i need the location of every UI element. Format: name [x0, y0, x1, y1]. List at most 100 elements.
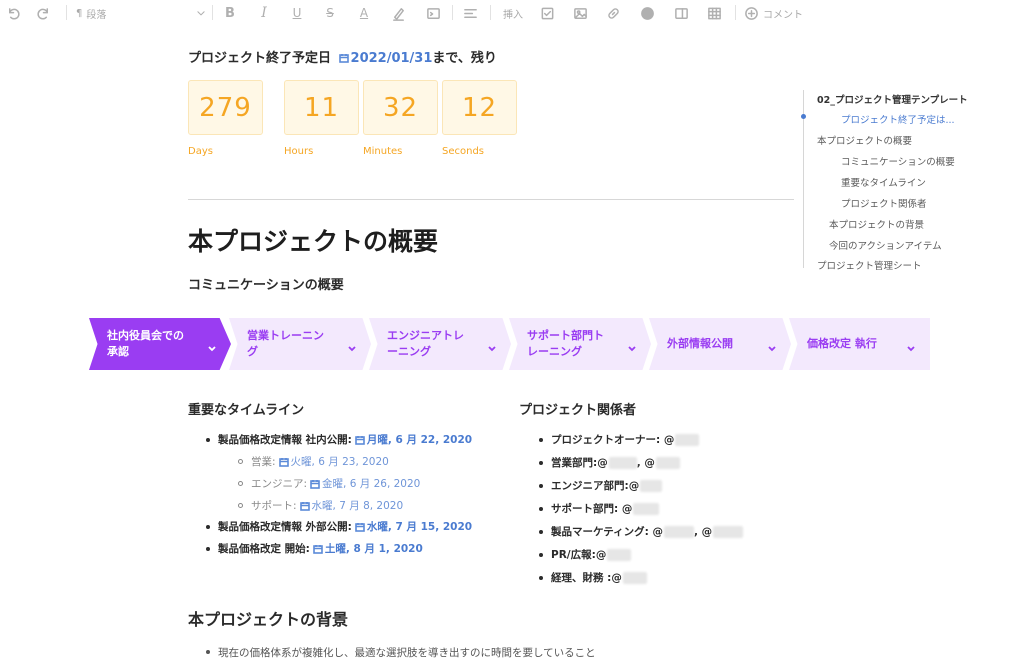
toc-item-action-items[interactable]: 今回のアクションアイテム	[829, 238, 942, 252]
embed-insert-button[interactable]	[672, 3, 690, 23]
toc-item-background[interactable]: 本プロジェクトの背景	[829, 217, 924, 231]
process-step-sales-training[interactable]: 営業トレーニン グ	[229, 318, 371, 370]
code-block-button[interactable]	[424, 3, 442, 23]
stakeholders-heading: プロジェクト関係者	[519, 403, 637, 418]
timeline-item: 製品価格改定 開始: 土曜, 8 月 1, 2020	[218, 541, 423, 556]
timeline-subitem: 営業: 火曜, 6 月 23, 2020	[251, 454, 389, 469]
redacted-mention	[607, 548, 632, 561]
timer-seconds: 12	[442, 80, 517, 135]
undo-icon	[8, 7, 20, 20]
bullet	[539, 507, 543, 511]
insert-label: 挿入	[503, 9, 523, 21]
timer-seconds-label: Seconds	[442, 146, 485, 157]
toc-item-countdown[interactable]: プロジェクト終了予定は...	[841, 112, 955, 126]
toolbar-separator	[66, 5, 67, 20]
font-color-icon: A	[359, 6, 369, 20]
checkbox-insert-button[interactable]	[538, 3, 556, 23]
calendar-icon	[278, 457, 289, 467]
paragraph-style-value: 段落	[86, 9, 107, 21]
process-step-engineer-training[interactable]: エンジニアトレ ーニング	[369, 318, 511, 370]
undo-button[interactable]	[4, 3, 22, 23]
toc-item-stakeholders[interactable]: プロジェクト関係者	[841, 196, 927, 210]
underline-icon: U	[292, 6, 302, 20]
toc-item-timeline[interactable]: 重要なタイムライン	[841, 175, 926, 189]
table-insert-button[interactable]	[705, 3, 723, 23]
bold-icon: B	[225, 5, 235, 21]
redacted-mention	[675, 433, 700, 446]
countdown-heading: プロジェクト終了予定日 2022/01/31まで、残り	[188, 51, 497, 66]
align-button[interactable]	[461, 3, 479, 23]
timeline-date-link[interactable]: 金曜, 6 月 26, 2020	[322, 476, 420, 491]
add-comment-icon	[745, 6, 758, 20]
bullet	[206, 438, 210, 442]
redo-icon	[36, 7, 48, 20]
emoji-insert-button[interactable]	[638, 3, 656, 23]
background-heading: 本プロジェクトの背景	[188, 610, 349, 629]
process-step-external-release[interactable]: 外部情報公開	[649, 318, 791, 370]
calendar-icon	[355, 522, 365, 532]
redacted-mention	[655, 456, 680, 469]
paragraph-style-select[interactable]: ¶ 段落	[76, 3, 206, 23]
timeline-date-link[interactable]: 月曜, 6 月 22, 2020	[367, 432, 472, 447]
strikethrough-icon: S	[326, 6, 334, 20]
timer-days: 279	[188, 80, 263, 135]
bullet	[539, 484, 543, 488]
redo-button[interactable]	[34, 3, 52, 23]
highlight-button[interactable]	[390, 3, 406, 23]
process-step-price-change[interactable]: 価格改定 執行	[789, 318, 930, 370]
underline-button[interactable]: U	[289, 3, 305, 23]
link-insert-button[interactable]	[604, 3, 622, 23]
calendar-icon	[299, 501, 310, 511]
end-date-link[interactable]: 2022/01/31	[351, 51, 433, 66]
timeline-date-link[interactable]: 土曜, 8 月 1, 2020	[325, 541, 423, 556]
stakeholder-item: 経理、財務 :@	[551, 570, 647, 585]
stakeholder-item: サポート部門: @	[551, 501, 660, 516]
timeline-date-link[interactable]: 水曜, 7 月 8, 2020	[312, 498, 404, 513]
bold-button[interactable]: B	[222, 3, 238, 23]
chevron-down-icon	[347, 338, 357, 352]
embed-icon	[674, 7, 688, 19]
calendar-icon	[338, 52, 349, 63]
chevron-down-icon	[767, 338, 777, 352]
process-step-support-training[interactable]: サポート部門ト レーニング	[509, 318, 651, 370]
timeline-subitem: サポート: 水曜, 7 月 8, 2020	[251, 498, 404, 513]
toolbar-separator	[452, 5, 453, 20]
calendar-icon	[310, 479, 320, 489]
chevron-down-icon	[196, 8, 206, 21]
timer-hours-label: Hours	[284, 146, 314, 157]
italic-button[interactable]: I	[256, 3, 272, 23]
communication-heading: コミュニケーションの概要	[188, 278, 344, 293]
timeline-date-link[interactable]: 水曜, 7 月 15, 2020	[367, 519, 472, 534]
pilcrow-icon: ¶	[76, 7, 83, 19]
font-color-button[interactable]: A	[356, 3, 372, 23]
stakeholder-item: PR/広報:@	[551, 547, 632, 562]
toc-item-overview[interactable]: 本プロジェクトの概要	[817, 133, 912, 147]
calendar-icon	[313, 544, 323, 554]
process-steps: 社内役員会での 承認 営業トレーニン グ エンジニアトレ ーニング サポート部門…	[89, 318, 930, 370]
toc-item-management-sheet[interactable]: プロジェクト管理シート	[817, 258, 922, 272]
toc-item-template[interactable]: 02_プロジェクト管理テンプレート	[817, 92, 968, 106]
process-step-approval[interactable]: 社内役員会での 承認	[89, 318, 231, 370]
stakeholder-item: エンジニア部門:@	[551, 478, 663, 493]
image-insert-button[interactable]	[571, 3, 589, 23]
table-icon	[707, 7, 721, 19]
redacted-mention	[664, 525, 695, 538]
toc-active-marker	[801, 114, 806, 119]
strikethrough-button[interactable]: S	[322, 3, 338, 23]
bullet	[539, 438, 543, 442]
redacted-mention	[640, 479, 663, 492]
comment-button[interactable]: コメント	[744, 3, 816, 23]
toc-item-communication[interactable]: コミュニケーションの概要	[841, 154, 955, 168]
stakeholder-item: 営業部門:@, @	[551, 455, 680, 470]
timeline-heading: 重要なタイムライン	[188, 403, 305, 418]
timeline-subitem: エンジニア: 金曜, 6 月 26, 2020	[251, 476, 421, 491]
stakeholder-item: 製品マーケティング: @, @	[551, 524, 744, 539]
timeline-date-link[interactable]: 火曜, 6 月 23, 2020	[291, 454, 389, 469]
chevron-down-icon	[906, 338, 916, 352]
timer-days-label: Days	[188, 146, 213, 157]
timeline-item: 製品価格改定情報 外部公開: 水曜, 7 月 15, 2020	[218, 519, 473, 534]
checkbox-icon	[541, 7, 553, 19]
align-left-icon	[463, 8, 477, 18]
bullet	[539, 461, 543, 465]
toolbar-separator	[212, 5, 213, 20]
